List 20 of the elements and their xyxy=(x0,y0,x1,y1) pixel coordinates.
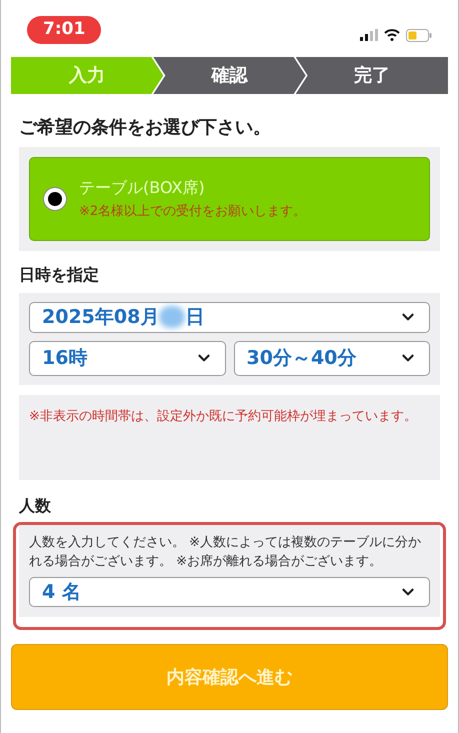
date-day-unit: 日 xyxy=(185,305,204,330)
date-select[interactable]: 2025年08月 日 xyxy=(29,302,430,332)
people-description: 人数を入力してください。 ※人数によっては複数のテーブルに分かれる場合がございます。 ※お席が離れる場合がございます。 xyxy=(29,534,422,570)
wifi-icon xyxy=(384,29,400,41)
notice-text: ※非表示の時間帯は、設定外か既に予約可能枠が埋まっています。 xyxy=(29,408,418,426)
option-label: テーブル(BOX席) xyxy=(79,177,206,200)
signal-icon xyxy=(360,29,378,41)
redaction-blur xyxy=(159,306,186,328)
option-note: ※2名様以上での受付をお願いします。 xyxy=(79,203,306,222)
option-card[interactable]: テーブル(BOX席) ※2名様以上での受付をお願いします。 xyxy=(29,157,430,241)
section-heading: 人数 xyxy=(19,494,52,516)
status-time: 7:01 xyxy=(27,16,102,44)
people-select[interactable]: 4 名 xyxy=(29,576,430,607)
section-heading: ご希望の条件をお選び下さい。 xyxy=(19,116,272,140)
hour-select[interactable]: 16時 xyxy=(29,340,226,376)
section-heading: 日時を指定 xyxy=(19,264,100,286)
date-value: 2025年08月 xyxy=(42,305,160,330)
radio-button[interactable] xyxy=(43,187,67,211)
minute-select[interactable]: 30分～40分 xyxy=(234,340,430,376)
battery-icon xyxy=(406,28,432,42)
